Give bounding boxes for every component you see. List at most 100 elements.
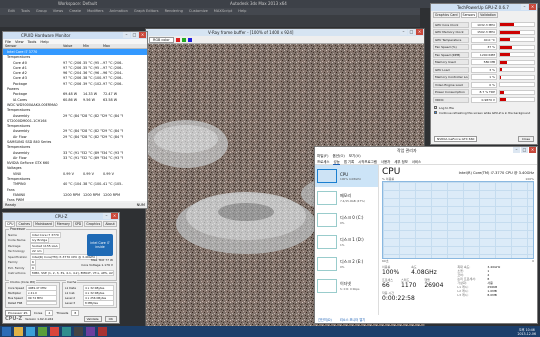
maximize-button[interactable]: □ [408,29,415,35]
browser-icon[interactable] [26,327,35,336]
column-header[interactable]: Max [103,44,123,48]
max-menu-item[interactable]: Tools [21,8,30,15]
max-menu-item[interactable]: Views [53,8,63,15]
tab-2[interactable]: 앱 기록 [344,159,354,164]
max-menu-item[interactable]: Graph Editors [134,8,159,15]
cpuz-tab[interactable]: Graphics [84,221,103,227]
column-header[interactable]: Min [83,44,103,48]
close-button[interactable]: × [111,213,118,219]
perf-sidebar-item[interactable]: 메모리 7.4/15.9GB (47%) [315,187,378,209]
sensor-value: 1200 RPM [103,192,121,197]
log-label: Log to file [439,105,454,110]
tray-clock[interactable]: 오후 10:46 2013-12-06 [517,328,536,336]
minimize-button[interactable]: – [521,4,528,10]
maximize-button[interactable]: □ [521,147,528,153]
close-button[interactable]: × [529,147,536,153]
green-channel-icon[interactable] [181,37,186,42]
column-header[interactable]: Value [63,44,83,48]
sensor-value: 29 °C (84 °F) [63,129,83,134]
max-menu-item[interactable]: Customize [189,8,208,15]
resource-monitor-link[interactable]: 리소스 모니터 열기 [340,317,366,322]
cpuz-tab[interactable]: About [103,221,117,227]
refresh-checkbox[interactable] [434,111,437,114]
hwmonitor-menu-item[interactable]: Help [40,40,48,44]
vray-icon[interactable] [74,327,83,336]
red-channel-icon[interactable] [175,37,180,42]
hwmonitor-titlebar: CPUID Hardware Monitor – □ × [3,32,147,39]
field-value: 8 MBytes [83,299,114,306]
taskbar: 오후 10:46 2013-12-06 [0,326,540,337]
tab-0[interactable]: 프로세스 [317,159,329,164]
max-menu-item[interactable]: Animation [110,8,128,15]
cpuz-processor-group: Processor Name Intel Core i7 3770 Code Nam… [5,227,117,281]
sensor-value: 29 °C (84 °F) [63,113,83,118]
minimize-button[interactable]: – [513,147,520,153]
stat: 프로세스 66 [382,278,393,289]
workspace-label[interactable]: Workspace: Default [58,0,97,8]
cpuz-tab[interactable]: Memory [54,221,72,227]
gpuz-close-button[interactable]: Close [517,136,534,142]
hwmonitor-menu-item[interactable]: File [5,40,11,44]
sensor-graph-fill [500,90,505,94]
max-menu-item[interactable]: Create [69,8,81,15]
perf-sidebar-item[interactable]: 디스크 1 (D:) 1% [315,231,378,253]
perf-sidebar-item[interactable]: 디스크 0 (C:) 0% [315,209,378,231]
validate-button[interactable]: Validate [83,316,102,322]
gpuz-tab[interactable]: Graphics Card [433,12,460,18]
task-manager-window: 작업 관리자 – □ × 파일(F) 옵션(O) 보기(V) 프로세스 성능 앱 기록 시작프… [314,146,538,324]
log-checkbox[interactable] [434,106,437,109]
cpuz-tab[interactable]: Mainboard [33,221,54,227]
3dsmax-icon[interactable] [62,327,71,336]
sensor-name: Temperatures [7,177,31,182]
sensor-value: 1032.3 MHz [471,21,497,28]
sensor-label: Memory Used [433,59,469,66]
max-menu-item[interactable]: Edit [8,8,15,15]
max-menu-item[interactable]: MAXScript [214,8,232,15]
close-button[interactable]: × [139,32,146,38]
perf-sidebar-item[interactable]: CPU 100% 4.08GHz [315,165,378,187]
blue-channel-icon[interactable] [187,37,192,42]
stat: 스레드 1170 [401,278,416,289]
tab-3[interactable]: 시작프로그램 [358,159,377,164]
hwmonitor-menu-item[interactable]: Tools [28,40,37,44]
tab-6[interactable]: 서비스 [412,159,421,164]
column-header[interactable]: Sensor [3,44,63,48]
stat-value: 1170 [401,282,417,289]
sensor-row: GPU Temperature 40.0 °C [433,36,535,44]
tab-4[interactable]: 사용자 [381,159,390,164]
minimize-button[interactable]: – [103,213,110,219]
max-menu-item[interactable]: Modifiers [87,8,103,15]
sensor-name: Assembly [13,129,30,134]
max-menu-item[interactable]: Group [36,8,47,15]
device-select[interactable]: NVIDIA GeForce GTX 660 [434,136,478,142]
sensor-graph-fill [500,53,510,57]
chrome-icon[interactable] [50,327,59,336]
sensor-value: 39 °C (102... [83,81,103,86]
close-button[interactable]: × [529,4,536,10]
perf-sidebar-item[interactable]: 디스크 2 (E:) 0% [315,253,378,275]
perf-sidebar-item[interactable]: 이더넷 S: 0 R: 0 Kbps [315,275,378,297]
max-menu-item[interactable]: Rendering [165,8,183,15]
cpuz-taskbar-icon[interactable] [86,327,95,336]
close-button[interactable]: × [416,29,423,35]
fewer-details-link[interactable]: 간단히(D) [318,317,332,322]
tab-5[interactable]: 세부 정보 [394,159,408,164]
minimize-button[interactable]: – [400,29,407,35]
channel-select[interactable]: RGB color [149,36,174,43]
tab-1[interactable]: 성능 [333,159,340,165]
start-button[interactable] [2,327,11,336]
maximize-button[interactable]: □ [131,32,138,38]
media-icon[interactable] [38,327,47,336]
vray-titlebar: V-Ray frame buffer - [100% of 1400 x 924… [146,29,424,36]
cpuz-tab[interactable]: SPD [72,221,84,227]
max-menu-item[interactable]: Help [238,8,246,15]
time-axis-zero: 0 [532,259,534,263]
gpuz-tab[interactable]: Sensors [460,12,478,18]
gpuz-taskbar-icon[interactable] [98,327,107,336]
minimize-button[interactable]: – [123,32,130,38]
hwmonitor-menu-item[interactable]: View [15,40,24,44]
gpuz-tab[interactable]: Validation [478,12,498,18]
explorer-icon[interactable] [14,327,23,336]
table-row[interactable]: Fans PWM [3,198,147,201]
ok-button[interactable]: OK [104,316,117,322]
